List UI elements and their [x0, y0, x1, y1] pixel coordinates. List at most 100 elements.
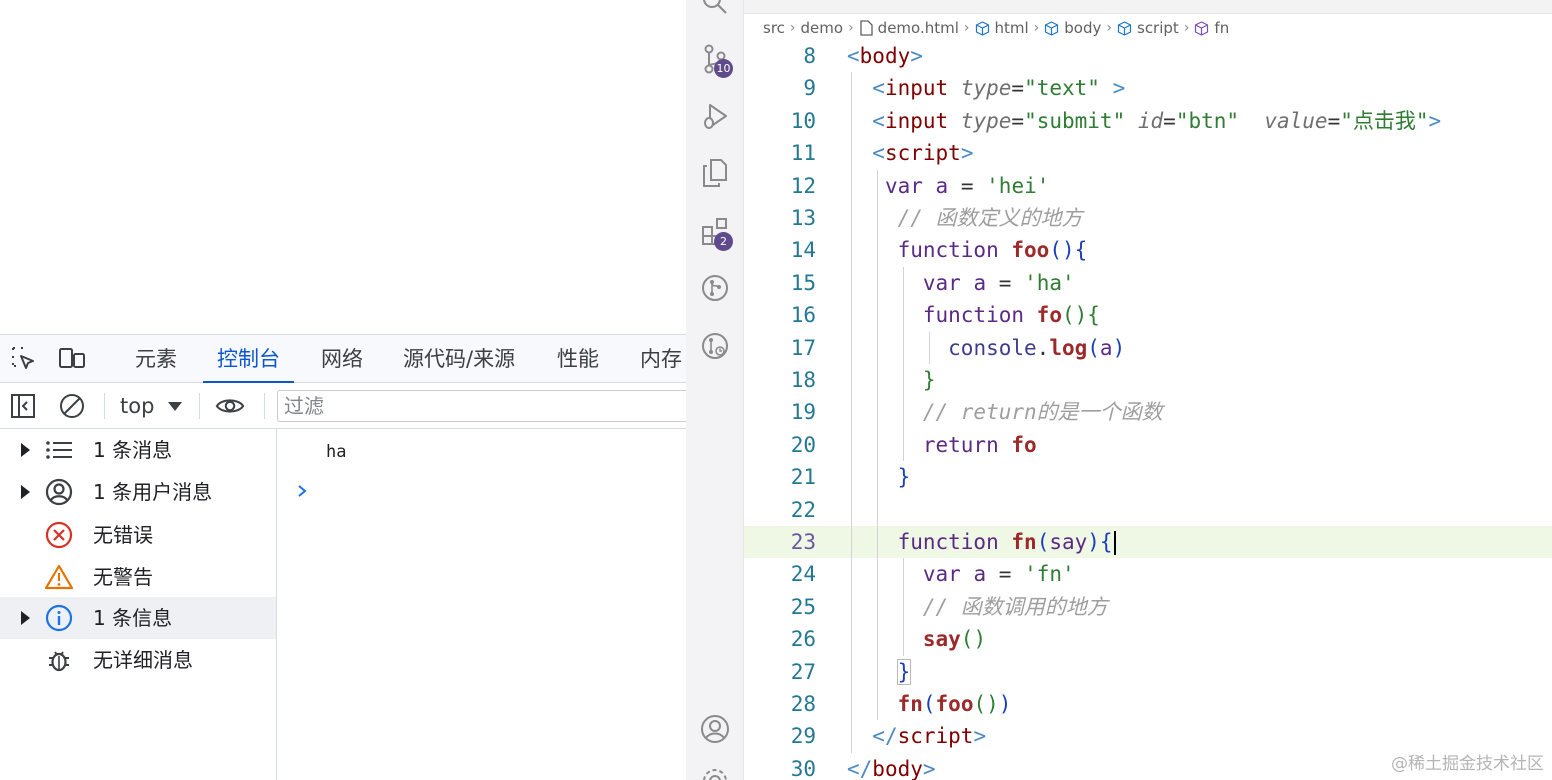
code-text: function fo(){ [922, 303, 1100, 328]
chevron-right-icon: › [1033, 20, 1040, 36]
tab-sources[interactable]: 源代码/来源 [403, 335, 515, 383]
code-text: say() [922, 627, 987, 652]
bug-icon [44, 645, 74, 675]
context-selector-value: top [120, 394, 155, 418]
console-toolbar: top [0, 383, 686, 429]
code-text: return fo [922, 432, 1037, 457]
html-element-icon [975, 20, 989, 36]
live-expression-eye-icon[interactable] [215, 391, 245, 421]
breadcrumb-item[interactable]: demo.html [878, 19, 959, 37]
tab-memory[interactable]: 内存 [640, 335, 682, 383]
line-number: 16 [790, 303, 816, 328]
code-line: 28 fn(foo()) [744, 688, 1552, 721]
breadcrumb-item[interactable]: script [1137, 19, 1179, 37]
code-editor[interactable]: 8 <body> 9 <input type="text" > 10 <inpu… [744, 42, 1552, 780]
code-line: 27 } [744, 655, 1552, 688]
activity-bar: 10 2 [686, 0, 744, 780]
git-history-icon[interactable] [699, 330, 731, 362]
line-number: 10 [790, 108, 816, 133]
code-text: // return的是一个函数 [922, 400, 1163, 425]
sidebar-item-info[interactable]: 1 条信息 [0, 597, 276, 639]
search-icon[interactable] [699, 0, 731, 18]
line-number: 27 [790, 659, 816, 684]
sidebar-item-label: 无错误 [93, 523, 153, 547]
sidebar-item-messages[interactable]: 1 条消息 [0, 429, 276, 471]
code-line: 25 // 函数调用的地方 [744, 590, 1552, 624]
console-output[interactable]: ha [277, 429, 686, 780]
code-line-current: 23 function fn(say){ [744, 526, 1552, 559]
code-line: 12 var a = 'hei' [744, 169, 1552, 202]
code-text: } [922, 368, 936, 392]
line-number: 30 [790, 756, 816, 780]
line-number: 22 [790, 497, 816, 522]
list-icon [44, 435, 74, 465]
expand-arrow-icon[interactable] [21, 611, 30, 625]
code-line: 26 say() [744, 623, 1552, 656]
code-text: </body> [847, 756, 936, 780]
breadcrumb-item[interactable]: body [1064, 19, 1101, 37]
sidebar-item-errors[interactable]: 无错误 [0, 514, 276, 556]
line-number: 24 [790, 562, 816, 587]
tab-performance[interactable]: 性能 [557, 335, 599, 383]
code-text: <script> [872, 141, 974, 166]
account-icon[interactable] [699, 713, 731, 745]
code-line: 10 <input type="submit" id="btn" value="… [744, 104, 1552, 138]
error-icon [44, 520, 74, 550]
sidebar-toggle-icon[interactable] [8, 391, 38, 421]
expand-arrow-icon[interactable] [21, 485, 30, 499]
code-line: 19 // return的是一个函数 [744, 396, 1552, 429]
tab-network[interactable]: 网络 [321, 335, 363, 383]
sidebar-item-user-messages[interactable]: 1 条用户消息 [0, 471, 276, 513]
line-number: 8 [803, 44, 816, 68]
settings-gear-icon[interactable] [699, 765, 731, 780]
breadcrumb-item[interactable]: src [763, 19, 785, 37]
code-line: 9 <input type="text" > [744, 72, 1552, 105]
tab-console[interactable]: 控制台 [203, 335, 294, 383]
code-text: var a = 'fn' [922, 562, 1075, 587]
chevron-right-icon: › [789, 20, 796, 36]
explorer-files-icon[interactable] [699, 157, 731, 189]
code-text: var a = 'hei' [884, 173, 1050, 198]
inspect-element-icon[interactable] [10, 346, 38, 372]
info-icon [44, 603, 74, 633]
run-debug-icon[interactable] [699, 100, 731, 132]
line-number: 9 [803, 76, 816, 101]
code-line: 24 var a = 'fn' [744, 558, 1552, 591]
caret-down-icon [168, 401, 183, 411]
git-graph-icon[interactable] [699, 272, 731, 304]
watermark: @稀土掘金技术社区 [1391, 754, 1544, 774]
vscode-window: 10 2 src › demo › demo.html › html › bod… [686, 0, 1552, 780]
source-control-badge: 10 [714, 59, 733, 78]
breadcrumb-item[interactable]: fn [1214, 19, 1229, 37]
line-number: 14 [790, 238, 816, 263]
line-number: 15 [790, 270, 816, 295]
code-line: 21 } [744, 461, 1552, 494]
code-text: <body> [847, 44, 923, 68]
code-text: // 函数定义的地方 [897, 206, 1083, 230]
chevron-right-icon: › [848, 20, 854, 36]
expand-arrow-icon[interactable] [21, 443, 30, 457]
sidebar-item-label: 无警告 [93, 565, 153, 589]
editor-tabs-strip [744, 0, 1552, 14]
clear-console-icon[interactable] [57, 391, 87, 421]
line-number: 26 [790, 627, 816, 652]
web-page-viewport [0, 0, 686, 334]
code-line: 29 </script> [744, 720, 1552, 753]
console-filter[interactable] [277, 390, 686, 422]
sidebar-item-verbose[interactable]: 无详细消息 [0, 639, 276, 681]
line-number: 20 [790, 432, 816, 457]
line-number: 13 [790, 206, 816, 230]
breadcrumb-item[interactable]: demo [801, 19, 844, 37]
line-number: 25 [790, 594, 816, 619]
code-line: 16 function fo(){ [744, 299, 1552, 332]
context-selector[interactable]: top [120, 391, 183, 421]
device-toolbar-icon[interactable] [58, 346, 86, 372]
console-sidebar: 1 条消息 1 条用户消息 无错误 无警告 1 条信息 无详细消息 [0, 429, 277, 780]
console-prompt-chevron-icon [298, 485, 307, 497]
code-text: // 函数调用的地方 [922, 594, 1108, 619]
breadcrumb-item[interactable]: html [995, 19, 1029, 37]
sidebar-item-warnings[interactable]: 无警告 [0, 556, 276, 598]
code-text: console.log(a) [948, 335, 1126, 360]
tab-elements[interactable]: 元素 [135, 335, 177, 383]
filter-input[interactable] [278, 391, 686, 421]
